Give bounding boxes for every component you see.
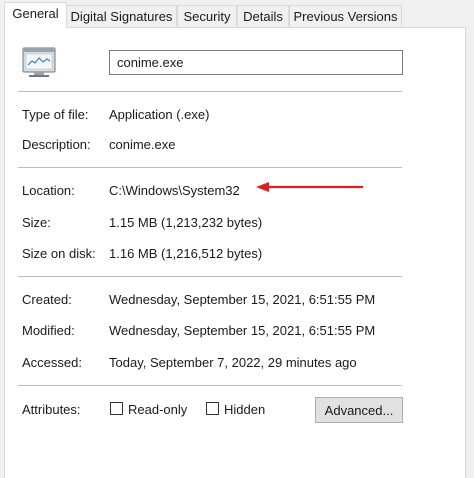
size-on-disk-label: Size on disk: [22, 246, 96, 261]
tab-digital-signatures[interactable]: Digital Signatures [66, 5, 177, 26]
size-label: Size: [22, 215, 51, 230]
advanced-button[interactable]: Advanced... [315, 397, 403, 423]
file-name-input[interactable] [109, 50, 403, 75]
type-of-file-label: Type of file: [22, 107, 89, 122]
tab-security[interactable]: Security [177, 5, 237, 26]
created-value: Wednesday, September 15, 2021, 6:51:55 P… [109, 292, 376, 307]
tab-bar: General Digital Signatures Security Deta… [0, 0, 474, 28]
type-of-file-value: Application (.exe) [109, 107, 210, 122]
location-value: C:\Windows\System32 [109, 183, 240, 198]
accessed-label: Accessed: [22, 355, 82, 370]
modified-label: Modified: [22, 323, 75, 338]
application-window-icon [20, 46, 60, 80]
size-on-disk-value: 1.16 MB (1,216,512 bytes) [109, 246, 263, 261]
divider [18, 91, 402, 92]
modified-value: Wednesday, September 15, 2021, 6:51:55 P… [109, 323, 376, 338]
tab-previous-versions[interactable]: Previous Versions [289, 5, 402, 26]
divider [18, 167, 402, 168]
divider [18, 385, 402, 386]
red-arrow-annotation [255, 179, 367, 195]
description-value: conime.exe [109, 137, 176, 152]
accessed-value: Today, September 7, 2022, 29 minutes ago [109, 355, 357, 370]
created-label: Created: [22, 292, 72, 307]
divider [18, 276, 402, 277]
hidden-label[interactable]: Hidden [224, 402, 265, 417]
read-only-checkbox[interactable] [110, 402, 123, 415]
tab-details[interactable]: Details [237, 5, 289, 26]
attributes-label: Attributes: [22, 402, 81, 417]
hidden-checkbox[interactable] [206, 402, 219, 415]
read-only-label[interactable]: Read-only [128, 402, 187, 417]
size-value: 1.15 MB (1,213,232 bytes) [109, 215, 263, 230]
description-label: Description: [22, 137, 91, 152]
tab-general[interactable]: General [4, 2, 67, 28]
location-label: Location: [22, 183, 75, 198]
